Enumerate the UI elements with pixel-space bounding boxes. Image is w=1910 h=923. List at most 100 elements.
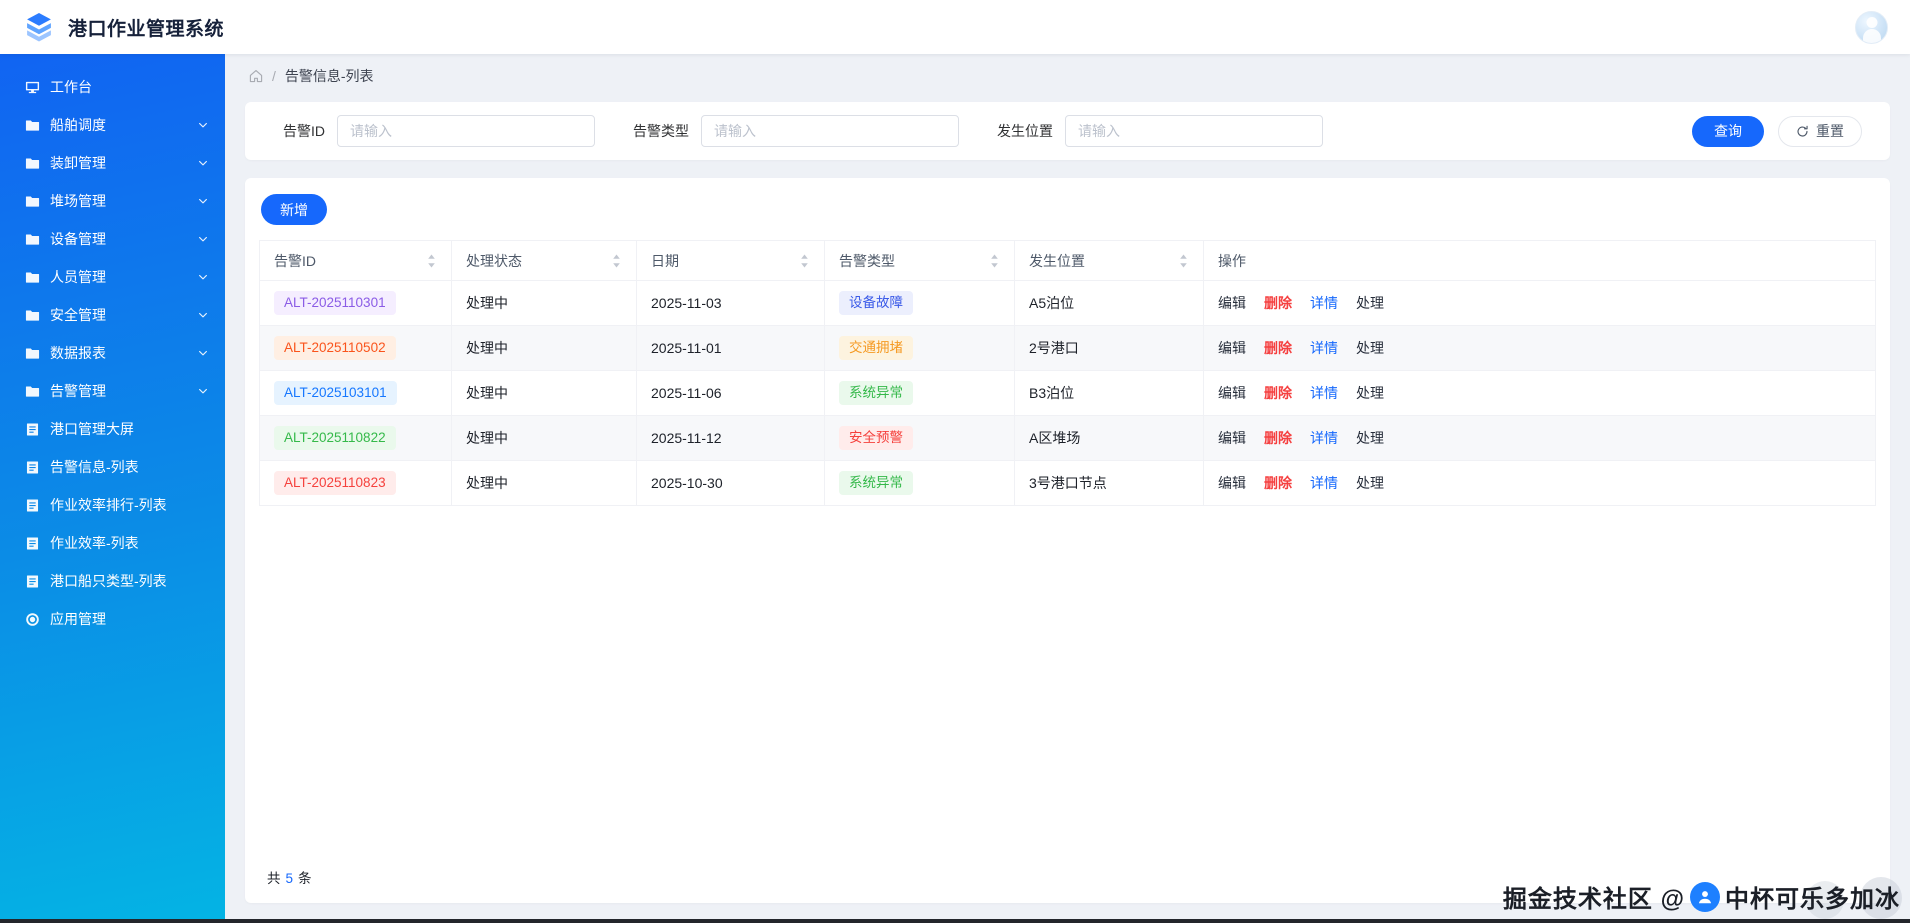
edit-link[interactable]: 编辑 — [1218, 295, 1246, 311]
sidebar-item-label: 数据报表 — [50, 345, 106, 361]
alarm-id-input[interactable] — [337, 115, 595, 147]
folder-icon — [24, 383, 40, 399]
folder-icon — [24, 117, 40, 133]
location-cell: A区堆场 — [1014, 415, 1204, 461]
sidebar-item-label: 作业效率-列表 — [50, 535, 139, 551]
sidebar-item[interactable]: 港口船只类型-列表 — [0, 562, 225, 600]
total-prefix: 共 — [267, 871, 281, 886]
breadcrumb-current: 告警信息-列表 — [284, 68, 374, 84]
date-cell: 2025-11-03 — [636, 280, 825, 326]
actions-cell: 编辑 删除 详情 处理 — [1203, 415, 1876, 461]
alarm-type-input[interactable] — [701, 115, 959, 147]
sidebar-item-label: 安全管理 — [50, 307, 106, 323]
doc-icon — [24, 459, 40, 475]
detail-link[interactable]: 详情 — [1310, 340, 1338, 356]
handle-link[interactable]: 处理 — [1356, 385, 1384, 401]
actions-cell: 编辑 删除 详情 处理 — [1203, 370, 1876, 416]
sidebar-item[interactable]: 船舶调度 — [0, 106, 225, 144]
sort-icon[interactable] — [611, 253, 622, 269]
table-row: ALT-2025110823 处理中 2025-10-30 系统异常 3号港口节点 编辑 删… — [259, 460, 1876, 506]
handle-link[interactable]: 处理 — [1356, 430, 1384, 446]
delete-link[interactable]: 删除 — [1264, 340, 1292, 356]
sidebar-item[interactable]: 作业效率排行-列表 — [0, 486, 225, 524]
alarm-type-badge: 系统异常 — [839, 470, 913, 496]
sort-icon[interactable] — [1178, 253, 1189, 269]
sidebar-item[interactable]: 数据报表 — [0, 334, 225, 372]
sidebar-item-label: 设备管理 — [50, 231, 106, 247]
sidebar-item[interactable]: 安全管理 — [0, 296, 225, 334]
sidebar-item[interactable]: 堆场管理 — [0, 182, 225, 220]
edit-link[interactable]: 编辑 — [1218, 385, 1246, 401]
status-cell: 处理中 — [451, 370, 637, 416]
sidebar-item[interactable]: 工作台 — [0, 68, 225, 106]
delete-link[interactable]: 删除 — [1264, 385, 1292, 401]
sidebar-item[interactable]: 作业效率-列表 — [0, 524, 225, 562]
chevron-down-icon — [197, 309, 209, 321]
breadcrumb: / 告警信息-列表 — [225, 54, 1910, 98]
table-body: ALT-2025110301 处理中 2025-11-03 设备故障 A5泊位 编辑 删除详… — [259, 280, 1876, 506]
user-avatar[interactable] — [1855, 10, 1888, 44]
column-header[interactable]: 发生位置 — [1014, 240, 1204, 281]
edit-link[interactable]: 编辑 — [1218, 430, 1246, 446]
sidebar-item[interactable]: 告警信息-列表 — [0, 448, 225, 486]
total-suffix: 条 — [298, 871, 312, 886]
doc-icon — [24, 421, 40, 437]
column-header[interactable]: 告警ID — [259, 240, 452, 281]
sidebar-item[interactable]: 设备管理 — [0, 220, 225, 258]
column-header[interactable]: 告警类型 — [824, 240, 1015, 281]
filter-field: 告警类型 — [633, 115, 959, 147]
chevron-down-icon — [197, 233, 209, 245]
edit-link[interactable]: 编辑 — [1218, 475, 1246, 491]
detail-link[interactable]: 详情 — [1310, 475, 1338, 491]
main-content: / 告警信息-列表 告警ID告警类型发生位置 查询 重置 新增 — [225, 54, 1910, 923]
sidebar-item[interactable]: 人员管理 — [0, 258, 225, 296]
home-icon[interactable] — [249, 69, 263, 83]
sort-icon[interactable] — [426, 253, 437, 269]
alarm-id-badge: ALT-2025110823 — [274, 470, 396, 496]
date-cell: 2025-11-06 — [636, 370, 825, 416]
chevron-down-icon — [197, 347, 209, 359]
sort-icon[interactable] — [799, 253, 810, 269]
detail-link[interactable]: 详情 — [1310, 430, 1338, 446]
add-button[interactable]: 新增 — [261, 194, 327, 225]
delete-link[interactable]: 删除 — [1264, 475, 1292, 491]
alarm-type-badge: 系统异常 — [839, 380, 913, 406]
delete-link[interactable]: 删除 — [1264, 430, 1292, 446]
handle-link[interactable]: 处理 — [1356, 340, 1384, 356]
alarm-id-badge: ALT-2025103101 — [274, 380, 397, 406]
delete-link[interactable]: 删除 — [1264, 295, 1292, 311]
sidebar-item[interactable]: 告警管理 — [0, 372, 225, 410]
sidebar-item-label: 告警信息-列表 — [50, 459, 139, 475]
filter-label: 告警ID — [283, 123, 325, 139]
location-cell: B3泊位 — [1014, 370, 1204, 416]
app-title: 港口作业管理系统 — [68, 18, 225, 40]
table-footer: 共5条 — [259, 855, 1876, 889]
column-header[interactable]: 处理状态 — [451, 240, 637, 281]
sidebar-item-label: 装卸管理 — [50, 155, 106, 171]
detail-link[interactable]: 详情 — [1310, 385, 1338, 401]
reset-button[interactable]: 重置 — [1778, 115, 1862, 147]
sort-icon[interactable] — [989, 253, 1000, 269]
location-input[interactable] — [1065, 115, 1323, 147]
edit-link[interactable]: 编辑 — [1218, 340, 1246, 356]
chevron-down-icon — [197, 195, 209, 207]
sidebar-item-label: 港口管理大屏 — [50, 421, 134, 437]
status-cell: 处理中 — [451, 460, 637, 506]
table-row: ALT-2025110822 处理中 2025-11-12 安全预警 A区堆场 编辑 删除 详… — [259, 415, 1876, 461]
handle-link[interactable]: 处理 — [1356, 475, 1384, 491]
alarm-type-badge: 交通拥堵 — [839, 335, 913, 361]
sidebar-item[interactable]: 装卸管理 — [0, 144, 225, 182]
handle-link[interactable]: 处理 — [1356, 295, 1384, 311]
actions-cell: 编辑 删除 详情 处理 — [1203, 280, 1876, 326]
sidebar-item[interactable]: 港口管理大屏 — [0, 410, 225, 448]
desktop-icon — [24, 79, 40, 95]
location-cell: A5泊位 — [1014, 280, 1204, 326]
chevron-down-icon — [197, 119, 209, 131]
search-button[interactable]: 查询 — [1692, 115, 1764, 147]
folder-icon — [24, 193, 40, 209]
sidebar-item[interactable]: 应用管理 — [0, 600, 225, 638]
sidebar-item-label: 人员管理 — [50, 269, 106, 285]
detail-link[interactable]: 详情 — [1310, 295, 1338, 311]
column-header[interactable]: 日期 — [636, 240, 825, 281]
chevron-down-icon — [197, 157, 209, 169]
